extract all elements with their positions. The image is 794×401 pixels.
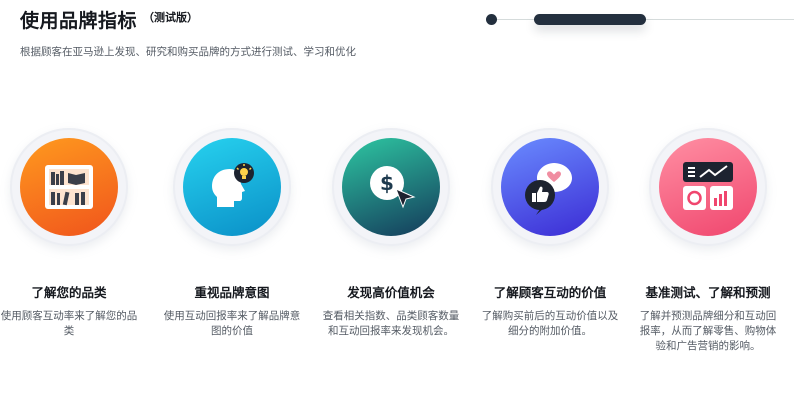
icon-circle bbox=[20, 138, 118, 236]
card-description: 使用互动回报率来了解品牌意图的价值 bbox=[163, 310, 301, 337]
card-title: 基准测试、了解和预测 bbox=[645, 285, 771, 300]
icon-ring: $ bbox=[332, 128, 450, 246]
icon-ring bbox=[173, 128, 291, 246]
card-title: 发现高价值机会 bbox=[347, 285, 435, 300]
page-subtitle: 根据顾客在亚马逊上发现、研究和购买品牌的方式进行测试、学习和优化 bbox=[20, 46, 356, 58]
card-description: 了解购买前后的互动价值以及细分的附加价值。 bbox=[481, 310, 619, 337]
card-description: 查看相关指数、品类顾客数量和互动回报率来发现机会。 bbox=[322, 310, 460, 337]
card-title: 了解顾客互动的价值 bbox=[493, 285, 607, 300]
page-title: 使用品牌指标 bbox=[20, 10, 138, 32]
card-opportunities: $ 发现高价值机会 查看相关指数、品类顾客数量和互动回报率来发现机会。 bbox=[316, 128, 466, 339]
card-benchmark: 基准测试、了解和预测 了解并预测品牌细分和互动回报率，从而了解零售、购物体验和广… bbox=[633, 128, 783, 354]
feature-cards: 了解您的品类 使用顾客互动率来了解您的品类 重视品牌意图 使用互动回报率来了解品… bbox=[0, 128, 794, 388]
thumbs-up-chat-icon bbox=[525, 163, 572, 215]
bookshelf-icon bbox=[45, 165, 93, 209]
icon-ring bbox=[10, 128, 128, 246]
progress-active-step[interactable] bbox=[534, 14, 646, 25]
icon-circle bbox=[659, 138, 757, 236]
card-title: 重视品牌意图 bbox=[194, 285, 270, 300]
card-title: 了解您的品类 bbox=[31, 285, 107, 300]
head-lightbulb-icon bbox=[212, 163, 254, 207]
dollar-cursor-icon: $ bbox=[370, 166, 416, 209]
card-description: 使用顾客互动率来了解您的品类 bbox=[0, 310, 138, 337]
icon-circle bbox=[501, 138, 599, 236]
icon-circle: $ bbox=[342, 138, 440, 236]
icon-ring bbox=[491, 128, 609, 246]
icon-ring bbox=[649, 128, 767, 246]
svg-text:$: $ bbox=[380, 171, 394, 195]
step-progress bbox=[486, 12, 794, 28]
dashboard-chart-icon bbox=[683, 162, 733, 210]
card-category: 了解您的品类 使用顾客互动率来了解您的品类 bbox=[0, 128, 144, 339]
card-engagement-value: 了解顾客互动的价值 了解购买前后的互动价值以及细分的附加价值。 bbox=[475, 128, 625, 339]
icon-circle bbox=[183, 138, 281, 236]
card-description: 了解并预测品牌细分和互动回报率，从而了解零售、购物体验和广告营销的影响。 bbox=[639, 310, 777, 352]
beta-tag: （测试版） bbox=[143, 11, 199, 24]
progress-step-dot[interactable] bbox=[486, 14, 497, 25]
page-header: 使用品牌指标 （测试版） 根据顾客在亚马逊上发现、研究和购买品牌的方式进行测试、… bbox=[20, 6, 480, 59]
title-row: 使用品牌指标 （测试版） bbox=[20, 6, 480, 33]
card-brand-intent: 重视品牌意图 使用互动回报率来了解品牌意图的价值 bbox=[157, 128, 307, 339]
